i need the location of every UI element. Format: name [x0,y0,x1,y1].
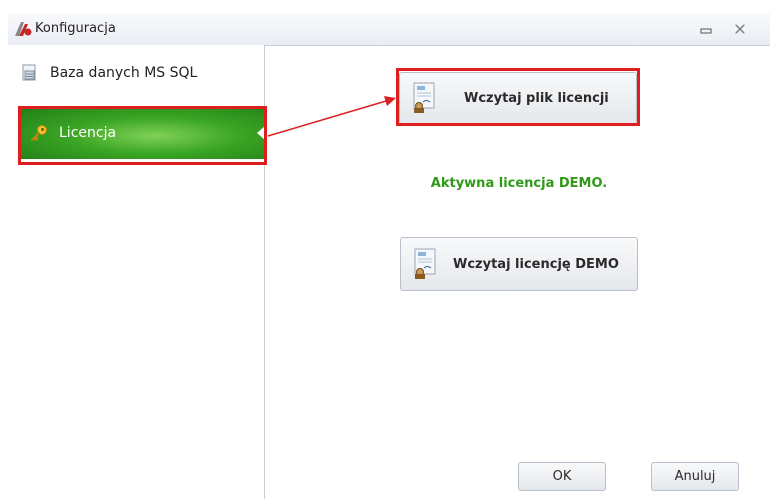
highlight-box-load-license [396,68,640,126]
title-bar: Konfiguracja [8,13,770,46]
cancel-button-label: Anuluj [674,469,716,484]
configuration-window: Konfiguracja Baza danych MS SQL Licencja… [0,0,770,499]
window-title: Konfiguracja [35,21,116,36]
close-icon[interactable] [730,19,750,39]
load-demo-license-label: Wczytaj licencję DEMO [453,256,619,272]
database-file-icon [22,64,36,81]
ok-button[interactable]: OK [518,462,606,491]
minimize-icon[interactable] [696,19,716,39]
load-demo-license-button[interactable]: Wczytaj licencję DEMO [400,237,638,291]
app-logo-icon [15,22,32,36]
highlight-box-license [18,106,267,165]
ok-button-label: OK [552,469,572,484]
sidebar-item-database[interactable]: Baza danych MS SQL [20,53,260,93]
certificate-icon [414,248,436,279]
cancel-button[interactable]: Anuluj [651,462,739,491]
license-status-text: Aktywna licencja DEMO. [430,176,608,191]
sidebar-item-label: Baza danych MS SQL [50,65,198,81]
